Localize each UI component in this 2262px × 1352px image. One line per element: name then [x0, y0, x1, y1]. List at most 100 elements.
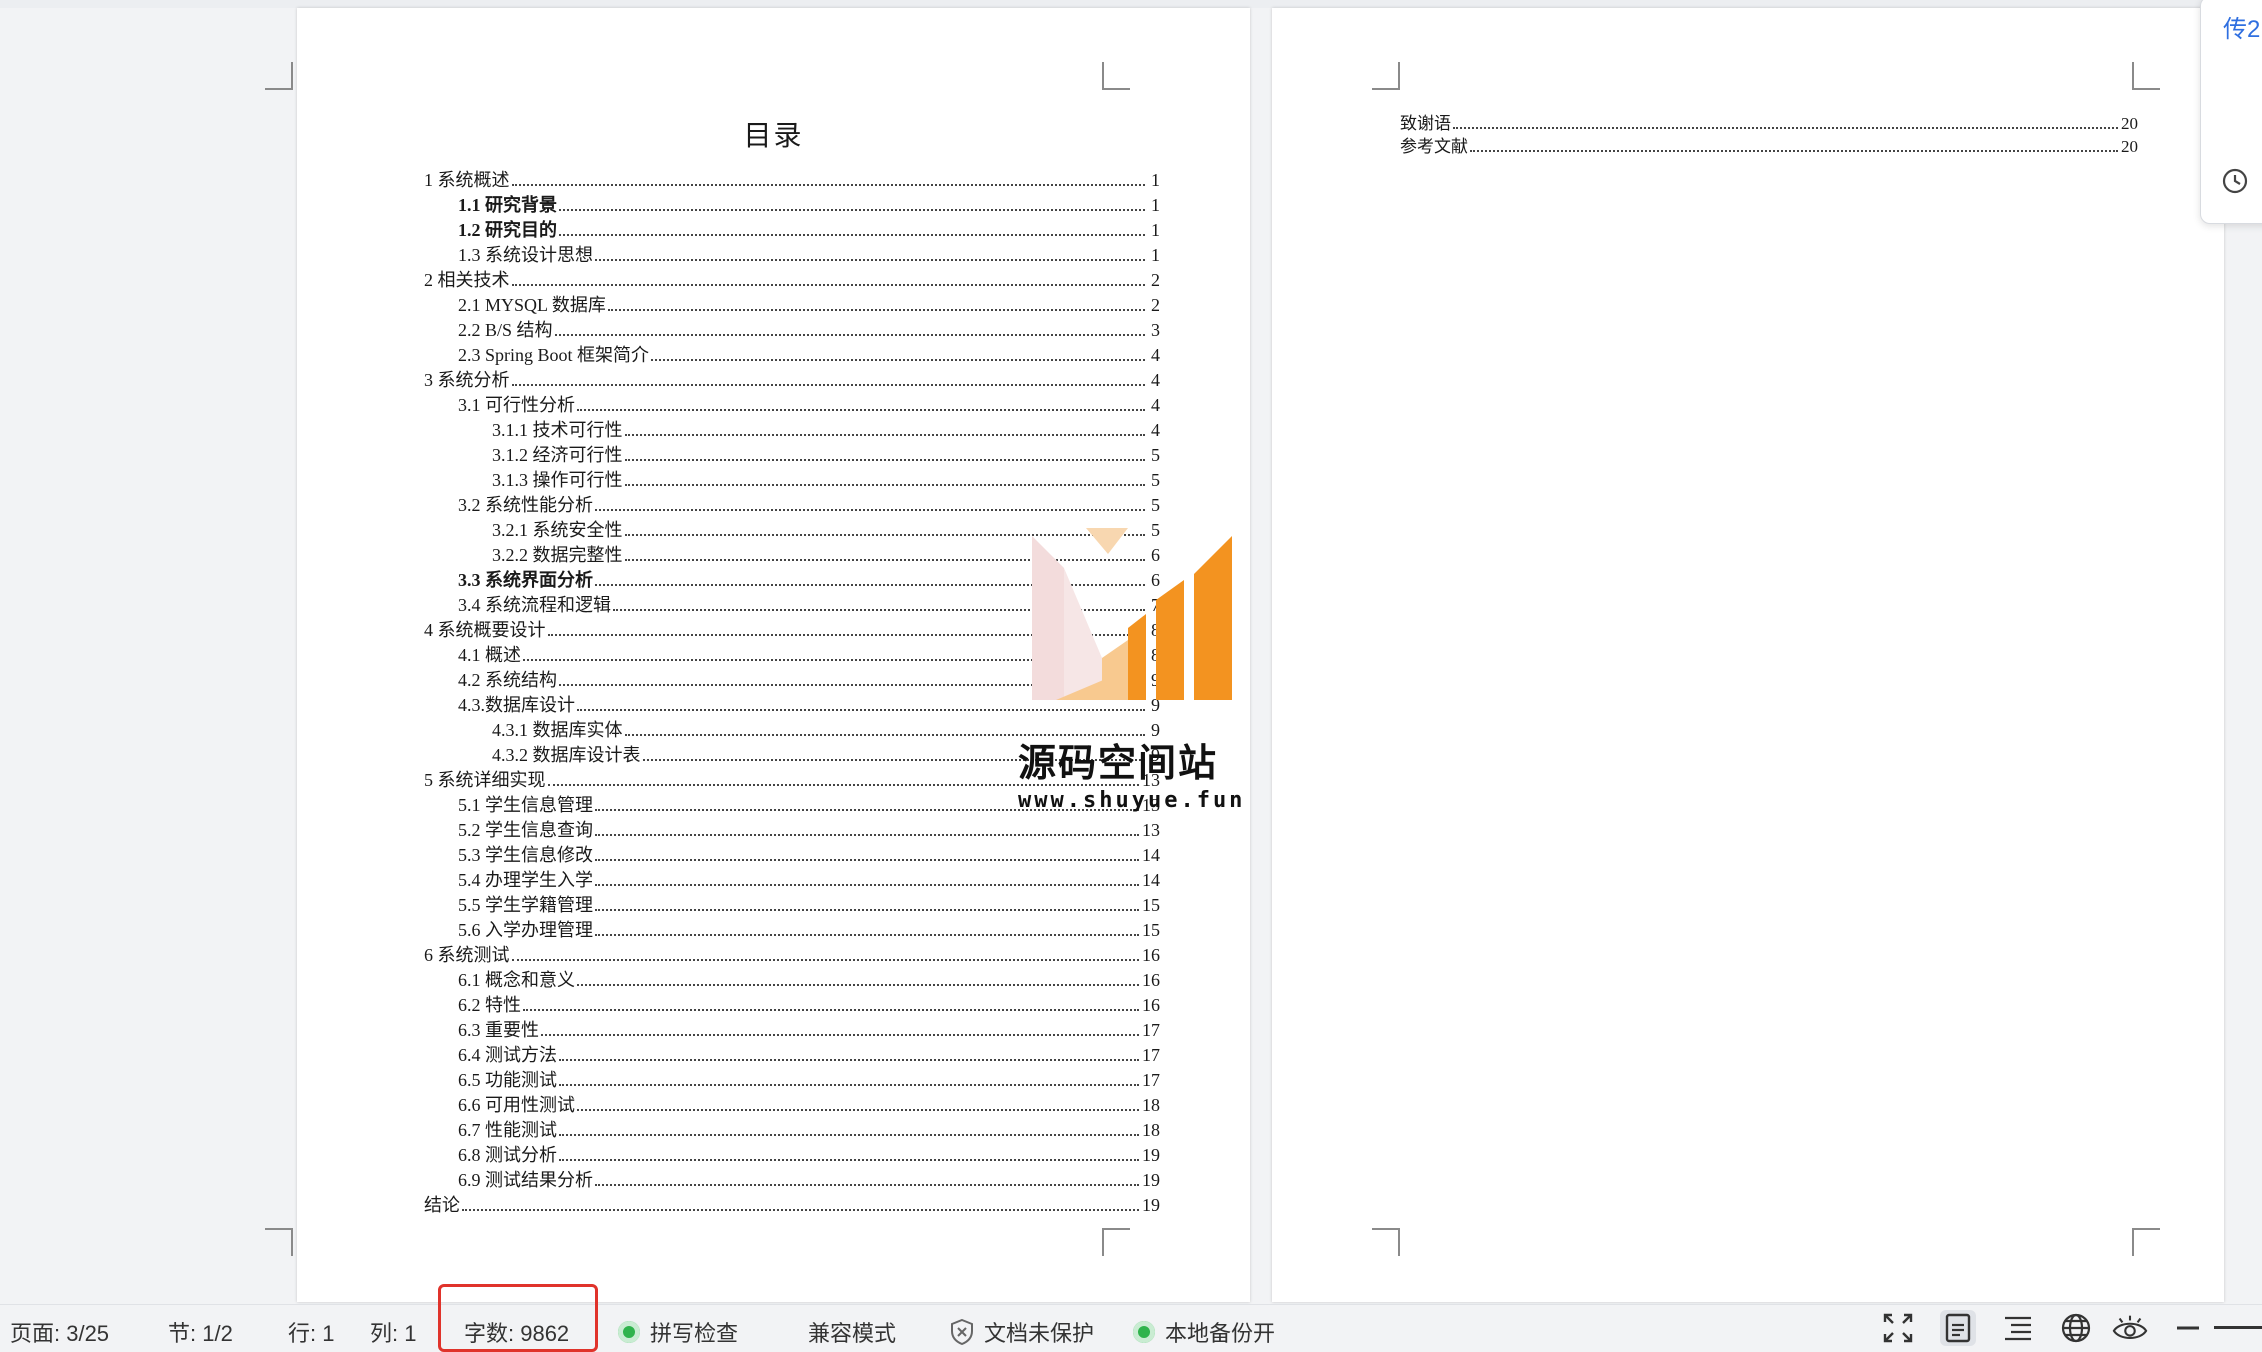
- toc-entry-label: 结论: [424, 1195, 460, 1215]
- document-page-right[interactable]: 致谢语 20 参考文献 20: [1272, 8, 2224, 1302]
- toc-leader-dots: [577, 409, 1145, 411]
- toc-entry-label: 4.3.数据库设计: [458, 695, 575, 715]
- toc-entry-label: 5.6 入学办理管理: [458, 920, 593, 940]
- toc-entry-label: 6.2 特性: [458, 995, 521, 1015]
- toc-entry[interactable]: 2 相关技术 2: [424, 268, 1160, 293]
- toc-leader-dots: [595, 934, 1139, 936]
- toc-entry[interactable]: 2.2 B/S 结构 3: [424, 318, 1160, 343]
- toc-entry[interactable]: 2.1 MYSQL 数据库 2: [424, 293, 1160, 318]
- toc-entry-label: 5.1 学生信息管理: [458, 795, 593, 815]
- toc-entry[interactable]: 1.2 研究目的 1: [424, 218, 1160, 243]
- toc-entry[interactable]: 1.1 研究背景 1: [424, 193, 1160, 218]
- toc-entry[interactable]: 致谢语 20: [1400, 112, 2138, 135]
- toc-entry-label: 参考文献: [1400, 137, 1468, 156]
- toc-entry-page: 19: [1142, 1170, 1160, 1190]
- clock-icon[interactable]: [2221, 167, 2249, 195]
- backup-status-icon: [1133, 1321, 1155, 1343]
- spell-check-label: 拼写检查: [650, 1321, 739, 1346]
- toc-leader-dots: [559, 209, 1145, 211]
- toc-entry[interactable]: 参考文献 20: [1400, 135, 2138, 158]
- compat-mode-indicator[interactable]: 兼容模式: [808, 1316, 896, 1348]
- toc-entry[interactable]: 5.2 学生信息查询 13: [424, 818, 1160, 843]
- toc-leader-dots: [462, 1209, 1139, 1211]
- toc-leader-dots: [1453, 127, 2118, 129]
- toc-entry[interactable]: 5.4 办理学生入学 14: [424, 868, 1160, 893]
- protect-status-button[interactable]: 文档未保护: [950, 1316, 1094, 1348]
- toc-entry-label: 4 系统概要设计: [424, 620, 546, 640]
- side-panel[interactable]: 传2: [2200, 0, 2262, 224]
- outline-view-button[interactable]: [2000, 1310, 2036, 1346]
- toc-entry[interactable]: 6.8 测试分析 19: [424, 1143, 1160, 1168]
- toc-entry-label: 3.1.2 经济可行性: [492, 445, 623, 465]
- toc-entry-label: 6.4 测试方法: [458, 1045, 557, 1065]
- toc-entry[interactable]: 6.9 测试结果分析 19: [424, 1168, 1160, 1193]
- toc-entry[interactable]: 6.6 可用性测试 18: [424, 1093, 1160, 1118]
- toc-entry[interactable]: 6.5 功能测试 17: [424, 1068, 1160, 1093]
- toc-entry-label: 2.3 Spring Boot 框架简介: [458, 345, 650, 365]
- web-view-button[interactable]: [2058, 1310, 2094, 1346]
- toc-entry-page: 20: [2121, 137, 2138, 156]
- toc-entry-page: 5: [1151, 445, 1160, 465]
- toc-entry[interactable]: 3.1 可行性分析 4: [424, 393, 1160, 418]
- toc-entry-label: 2.1 MYSQL 数据库: [458, 295, 606, 315]
- toc-entry[interactable]: 3 系统分析 4: [424, 368, 1160, 393]
- toc-entry[interactable]: 6.4 测试方法 17: [424, 1043, 1160, 1068]
- toc-entry[interactable]: 2.3 Spring Boot 框架简介 4: [424, 343, 1160, 368]
- toc-entry-label: 5.4 办理学生入学: [458, 870, 593, 890]
- toc-entry-label: 4.2 系统结构: [458, 670, 557, 690]
- toc-entry-label: 3.4 系统流程和逻辑: [458, 595, 611, 615]
- page-indicator[interactable]: 页面: 3/25: [10, 1316, 109, 1348]
- row-indicator[interactable]: 行: 1: [288, 1316, 334, 1348]
- toc-entry[interactable]: 5.6 入学办理管理 15: [424, 918, 1160, 943]
- page-view-button[interactable]: [1940, 1310, 1976, 1346]
- shield-x-icon: [951, 1319, 973, 1345]
- protect-status-label: 文档未保护: [984, 1321, 1095, 1346]
- toc-entry[interactable]: 3.2 系统性能分析 5: [424, 493, 1160, 518]
- toc-entry-page: 4: [1151, 395, 1160, 415]
- toc-entry-label: 6.7 性能测试: [458, 1120, 557, 1140]
- toc-leader-dots: [595, 1184, 1139, 1186]
- toc-entry[interactable]: 1.3 系统设计思想 1: [424, 243, 1160, 268]
- web-view-icon: [2061, 1313, 2091, 1343]
- backup-button[interactable]: 本地备份开: [1133, 1316, 1275, 1348]
- toc-entry[interactable]: 6.7 性能测试 18: [424, 1118, 1160, 1143]
- toc-entry-label: 1.2 研究目的: [458, 220, 557, 240]
- read-mode-button[interactable]: [2112, 1310, 2148, 1346]
- outline-view-icon: [2005, 1316, 2031, 1341]
- toc-leader-dots: [559, 1059, 1139, 1061]
- toc-entry[interactable]: 6 系统测试 16: [424, 943, 1160, 968]
- toc-entry-label: 3.3 系统界面分析: [458, 570, 593, 590]
- crop-mark-top-left: [1372, 62, 1400, 90]
- toc-entry-page: 18: [1142, 1095, 1160, 1115]
- toc-leader-dots: [624, 434, 1145, 436]
- spell-check-button[interactable]: 拼写检查: [618, 1316, 738, 1348]
- toc-entry[interactable]: 3.1.3 操作可行性 5: [424, 468, 1160, 493]
- zoom-out-icon: [2177, 1326, 2199, 1330]
- toc-entry-label: 5.5 学生学籍管理: [458, 895, 593, 915]
- toc-leader-dots: [651, 359, 1145, 361]
- toc-entry[interactable]: 6.3 重要性 17: [424, 1018, 1160, 1043]
- column-indicator[interactable]: 列: 1: [370, 1316, 416, 1348]
- toc-entry-label: 6.9 测试结果分析: [458, 1170, 593, 1190]
- zoom-out-button[interactable]: [2170, 1310, 2206, 1346]
- fullscreen-button[interactable]: [1880, 1310, 1916, 1346]
- toc-entry[interactable]: 1 系统概述 1: [424, 168, 1160, 193]
- zoom-slider-track[interactable]: [2214, 1326, 2262, 1329]
- backup-label: 本地备份开: [1165, 1321, 1276, 1346]
- toc-leader-dots: [595, 884, 1139, 886]
- toc-entry-page: 15: [1142, 895, 1160, 915]
- crop-mark-bottom-right: [1102, 1228, 1130, 1256]
- toc-entry[interactable]: 5.5 学生学籍管理 15: [424, 893, 1160, 918]
- crop-mark-bottom-left: [265, 1228, 293, 1256]
- toc-entry[interactable]: 结论 19: [424, 1193, 1160, 1218]
- section-indicator[interactable]: 节: 1/2: [168, 1316, 233, 1348]
- toc-entry[interactable]: 3.1.1 技术可行性 4: [424, 418, 1160, 443]
- toc-entry[interactable]: 6.1 概念和意义 16: [424, 968, 1160, 993]
- toc-entry[interactable]: 3.1.2 经济可行性 5: [424, 443, 1160, 468]
- toc-entry[interactable]: 6.2 特性 16: [424, 993, 1160, 1018]
- toc-entry-label: 2.2 B/S 结构: [458, 320, 553, 340]
- toc-entry-label: 1.3 系统设计思想: [458, 245, 593, 265]
- toc-entry-label: 6 系统测试: [424, 945, 510, 965]
- toc-entry-page: 17: [1142, 1020, 1160, 1040]
- toc-entry[interactable]: 5.3 学生信息修改 14: [424, 843, 1160, 868]
